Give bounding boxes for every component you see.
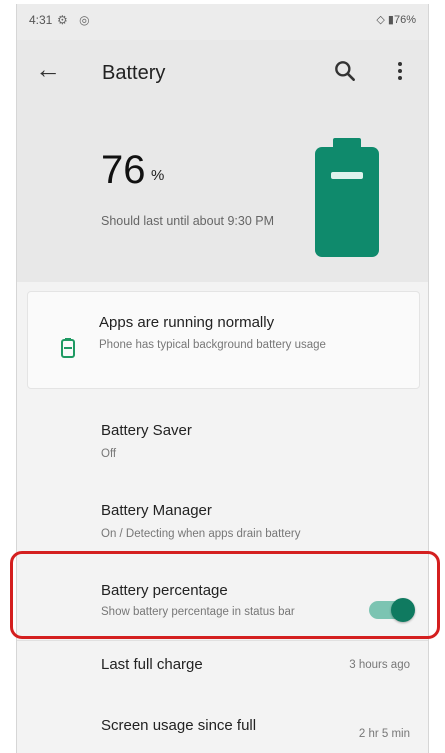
back-arrow-icon[interactable]: ← [35,54,61,85]
status-time: 4:31 [29,13,53,27]
status-icons: ⚙ ◎ [57,13,94,27]
more-options-icon[interactable] [394,58,406,84]
last-full-charge-title[interactable]: Last full charge [101,656,203,673]
page-title: Battery [102,62,166,84]
tip-subtitle: Phone has typical background battery usa… [99,339,326,351]
phone-screen: 4:31 ⚙ ◎ ◇ ▮76% ← Battery 76 % Should la… [16,4,429,753]
battery-percent: 76 [101,148,146,192]
gear-icon: ⚙ [57,13,72,27]
app-bar: ← Battery [17,40,428,102]
battery-manager-title[interactable]: Battery Manager [101,502,212,519]
battery-percentage-subtitle: Show battery percentage in status bar [101,606,295,618]
battery-manager-value: On / Detecting when apps drain battery [101,528,301,540]
battery-icon [315,147,379,257]
battery-estimate: Should last until about 9:30 PM [101,214,275,228]
battery-icon-cap [333,138,361,147]
battery-outline-icon [61,338,75,358]
battery-header: 76 % Should last until about 9:30 PM [17,102,428,282]
battery-saver-title[interactable]: Battery Saver [101,422,192,439]
search-icon[interactable] [332,58,358,84]
battery-percentage-title[interactable]: Battery percentage [101,582,228,599]
last-full-charge-value: 3 hours ago [349,659,410,671]
tip-title: Apps are running normally [99,314,275,331]
battery-saver-value: Off [101,448,117,460]
battery-icon-slot [331,172,363,179]
status-bar: 4:31 ⚙ ◎ ◇ ▮76% [17,4,428,40]
screen-usage-title[interactable]: Screen usage since full [101,717,256,734]
battery-percentage-toggle-thumb[interactable] [391,598,415,622]
screen-usage-value: 2 hr 5 min [358,728,410,740]
at-icon: ◎ [79,13,94,27]
section-divider [17,640,428,641]
status-right: ◇ ▮76% [376,14,416,26]
battery-percent-unit: % [151,167,165,184]
